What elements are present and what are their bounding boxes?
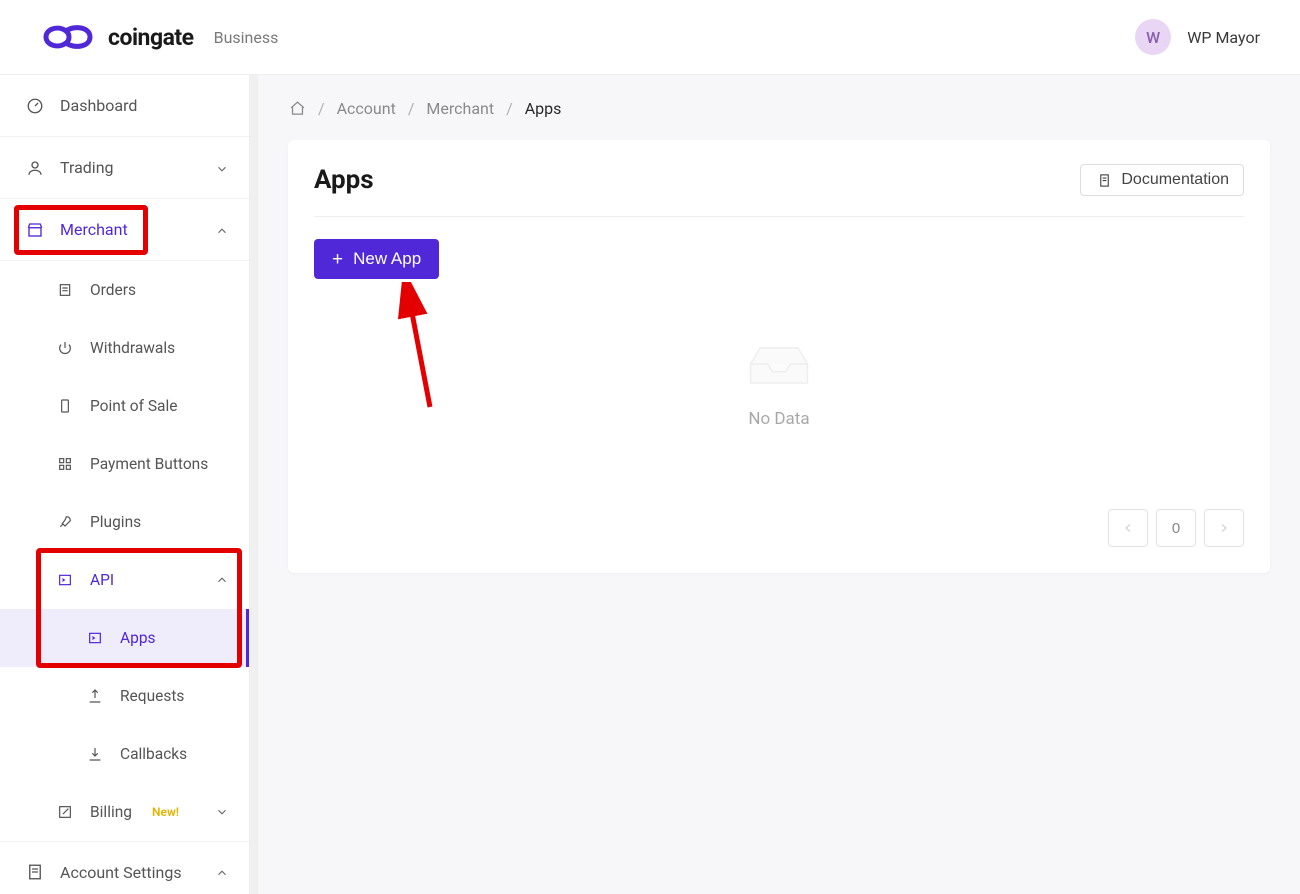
sidebar-item-label: Payment Buttons bbox=[90, 455, 208, 473]
pagination-next-button[interactable] bbox=[1204, 509, 1244, 547]
upload-icon bbox=[86, 687, 104, 705]
new-app-button[interactable]: + New App bbox=[314, 239, 439, 279]
avatar: W bbox=[1135, 19, 1171, 55]
sidebar-subitem-api[interactable]: API bbox=[0, 551, 249, 609]
app-header: coingate Business W WP Mayor bbox=[0, 0, 1300, 75]
chevron-up-icon bbox=[215, 223, 229, 237]
pagination-page-button[interactable]: 0 bbox=[1156, 509, 1196, 547]
chevron-right-icon bbox=[1217, 521, 1231, 535]
pagination-prev-button[interactable] bbox=[1108, 509, 1148, 547]
sidebar-item-label: Requests bbox=[120, 687, 184, 705]
apps-card: Apps Documentation + New App bbox=[288, 140, 1270, 573]
rocket-icon bbox=[56, 513, 74, 531]
sidebar-item-label: Plugins bbox=[90, 513, 141, 531]
terminal-icon bbox=[86, 629, 104, 647]
sidebar-subitem-requests[interactable]: Requests bbox=[0, 667, 249, 725]
breadcrumb-account[interactable]: Account bbox=[337, 99, 396, 118]
no-data-label: No Data bbox=[748, 409, 809, 429]
sidebar-subitem-payment-buttons[interactable]: Payment Buttons bbox=[0, 435, 249, 493]
sidebar-item-label: API bbox=[90, 571, 114, 589]
chevron-up-icon bbox=[215, 573, 229, 587]
new-app-label: New App bbox=[353, 249, 421, 269]
sidebar-item-label: Trading bbox=[60, 158, 114, 177]
sidebar-item-label: Apps bbox=[120, 629, 156, 647]
edit-icon bbox=[56, 803, 74, 821]
settings-icon bbox=[26, 863, 44, 881]
breadcrumb-merchant[interactable]: Merchant bbox=[426, 99, 494, 118]
breadcrumb-separator: / bbox=[408, 99, 415, 118]
documentation-label: Documentation bbox=[1121, 171, 1229, 189]
breadcrumb-separator: / bbox=[506, 99, 513, 118]
breadcrumb: / Account / Merchant / Apps bbox=[288, 99, 1270, 118]
sidebar-item-label: Account Settings bbox=[60, 863, 182, 882]
sidebar-scrollbar[interactable] bbox=[250, 75, 258, 894]
brand-subtitle: Business bbox=[214, 28, 279, 47]
home-icon[interactable] bbox=[288, 100, 306, 118]
chevron-down-icon bbox=[215, 805, 229, 819]
coingate-logo-icon bbox=[40, 21, 96, 53]
card-header: Apps Documentation bbox=[314, 164, 1244, 217]
sidebar-item-label: Billing bbox=[90, 803, 132, 821]
list-icon bbox=[56, 281, 74, 299]
brand-name: coingate bbox=[108, 24, 194, 51]
sidebar-item-label: Point of Sale bbox=[90, 397, 177, 415]
sidebar-item-label: Dashboard bbox=[60, 96, 137, 115]
sidebar-item-label: Merchant bbox=[60, 220, 128, 239]
breadcrumb-separator: / bbox=[318, 99, 325, 118]
sidebar-subitem-apps[interactable]: Apps bbox=[0, 609, 249, 667]
sidebar-subitem-plugins[interactable]: Plugins bbox=[0, 493, 249, 551]
sidebar-subitem-withdrawals[interactable]: Withdrawals bbox=[0, 319, 249, 377]
sidebar: Dashboard Trading Merchant bbox=[0, 75, 250, 894]
empty-state: No Data bbox=[314, 279, 1244, 469]
gauge-icon bbox=[26, 97, 44, 115]
chevron-left-icon bbox=[1121, 521, 1135, 535]
chevron-up-icon bbox=[215, 865, 229, 879]
plus-icon: + bbox=[332, 250, 343, 269]
terminal-icon bbox=[56, 571, 74, 589]
sidebar-subitem-pos[interactable]: Point of Sale bbox=[0, 377, 249, 435]
sidebar-item-label: Callbacks bbox=[120, 745, 187, 763]
sidebar-item-label: Orders bbox=[90, 281, 136, 299]
breadcrumb-current: Apps bbox=[525, 99, 562, 118]
sidebar-subitem-billing[interactable]: Billing New! bbox=[0, 783, 249, 841]
inbox-icon bbox=[741, 339, 817, 389]
sidebar-item-trading[interactable]: Trading bbox=[0, 137, 249, 199]
sidebar-subitem-callbacks[interactable]: Callbacks bbox=[0, 725, 249, 783]
user-name: WP Mayor bbox=[1187, 28, 1260, 47]
new-badge: New! bbox=[152, 805, 179, 819]
tablet-icon bbox=[56, 397, 74, 415]
download-icon bbox=[86, 745, 104, 763]
file-icon bbox=[1095, 171, 1113, 189]
user-menu[interactable]: W WP Mayor bbox=[1135, 19, 1260, 55]
sidebar-item-account-settings[interactable]: Account Settings bbox=[0, 841, 249, 894]
chevron-down-icon bbox=[215, 161, 229, 175]
power-icon bbox=[56, 339, 74, 357]
sidebar-item-dashboard[interactable]: Dashboard bbox=[0, 75, 249, 137]
sidebar-subitem-orders[interactable]: Orders bbox=[0, 261, 249, 319]
sidebar-item-merchant[interactable]: Merchant bbox=[0, 199, 249, 261]
store-icon bbox=[26, 221, 44, 239]
page-title: Apps bbox=[314, 165, 374, 195]
brand-area: coingate Business bbox=[40, 21, 278, 53]
documentation-button[interactable]: Documentation bbox=[1080, 164, 1244, 196]
sidebar-item-label: Withdrawals bbox=[90, 339, 175, 357]
user-icon bbox=[26, 159, 44, 177]
main-content: / Account / Merchant / Apps Apps Documen… bbox=[258, 75, 1300, 894]
pagination: 0 bbox=[314, 509, 1244, 547]
grid-icon bbox=[56, 455, 74, 473]
